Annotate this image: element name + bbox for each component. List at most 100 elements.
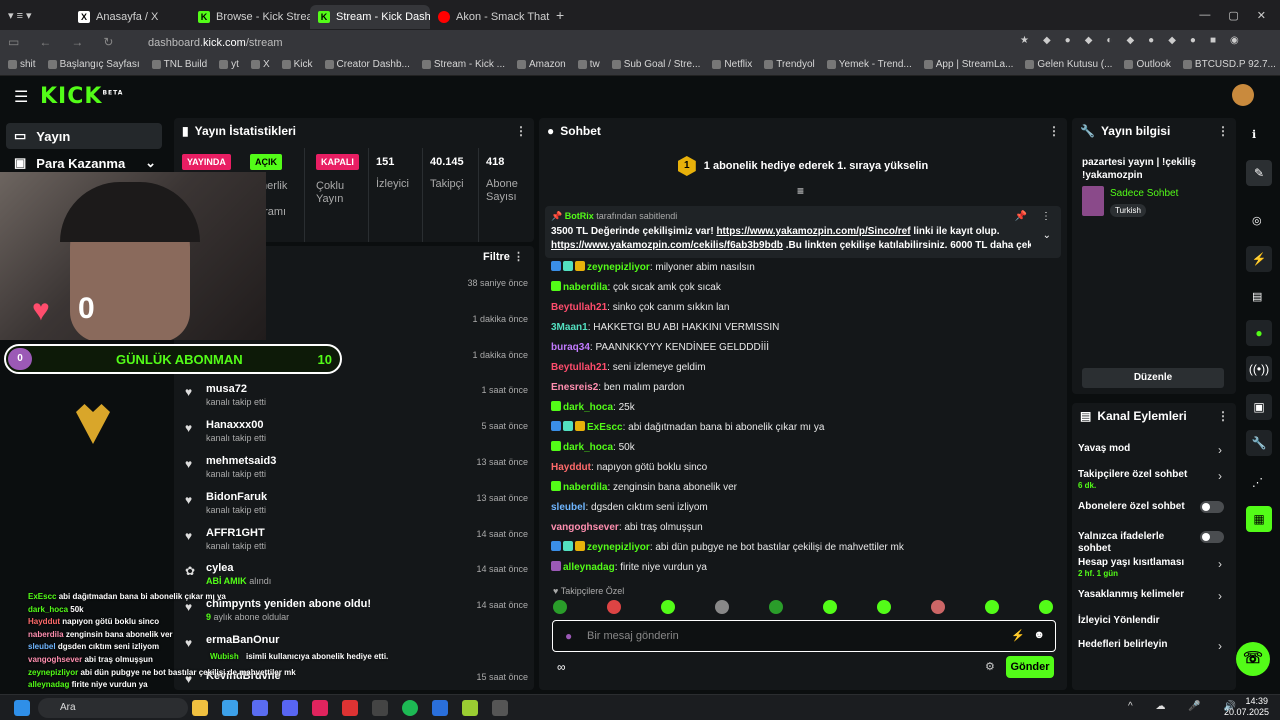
close-window-button[interactable]: ✕ (1257, 9, 1266, 22)
maximize-button[interactable]: ▢ (1228, 9, 1238, 22)
bookmark-item[interactable]: Amazon (517, 59, 566, 70)
edit-icon[interactable]: ✎ (1246, 160, 1272, 186)
expand-pinned-icon[interactable]: ⌄ (1043, 230, 1051, 241)
send-button[interactable]: Gönder (1006, 656, 1054, 678)
target-icon[interactable]: ◎ (1252, 214, 1262, 227)
chat-message[interactable]: Enesreis2: ben malım pardon (551, 381, 1051, 395)
store-icon[interactable] (222, 700, 238, 716)
app-icon[interactable] (432, 700, 448, 716)
channel-action-item[interactable]: Yalnızca ifadelerle sohbet (1078, 531, 1230, 555)
bookmark-item[interactable]: yt (219, 59, 239, 70)
avatar[interactable] (1232, 84, 1254, 106)
discord-icon[interactable] (282, 700, 298, 716)
bookmark-item[interactable]: BTCUSD.P 92.7... (1182, 59, 1276, 70)
chat-username[interactable]: zeynepizliyor (587, 542, 650, 553)
chat-bubble-icon[interactable]: ● (1246, 320, 1272, 346)
channel-action-item[interactable]: Yavaş mod › (1078, 443, 1230, 467)
wrench-icon[interactable]: 🔧 (1246, 430, 1272, 456)
info-menu-icon[interactable]: ⋮ (1217, 124, 1229, 138)
filter-button[interactable]: Filtre ⋮ (483, 250, 524, 263)
browser-menu[interactable]: ▾ ≡ ▾ (0, 9, 70, 22)
app-icon[interactable] (462, 700, 478, 716)
microphone-icon[interactable]: ● (565, 629, 572, 643)
chat-username[interactable]: buraq34 (551, 342, 590, 353)
extension-icon[interactable]: ◆ (1126, 35, 1134, 46)
support-button[interactable]: ☏ (1236, 642, 1270, 676)
chat-username[interactable]: Beytullah21 (551, 362, 607, 373)
chat-username[interactable]: Beytullah21 (551, 302, 607, 313)
bookmark-item[interactable]: Sub Goal / Stre... (611, 59, 700, 70)
emoji-icon[interactable]: ☻ (1033, 629, 1045, 641)
document-icon[interactable]: ▤ (1252, 290, 1262, 303)
hamburger-menu-icon[interactable]: ☰ (14, 87, 28, 107)
channel-action-item[interactable]: Yasaklanmış kelimeler › (1078, 589, 1230, 613)
tab-kick-dashboard[interactable]: K Stream - Kick Dashboard (310, 5, 430, 29)
extension-icon[interactable]: ● (1065, 35, 1071, 46)
sidebar-item-yayin[interactable]: ▭ Yayın (6, 123, 162, 149)
chat-message[interactable]: Beytullah21: seni izlemeye geldim (551, 361, 1051, 375)
extension-icon[interactable]: ■ (1210, 35, 1216, 46)
chat-username[interactable]: Hayddut (551, 462, 591, 473)
profile-icon[interactable]: ◉ (1230, 35, 1239, 46)
bookmark-item[interactable]: Trendyol (764, 59, 815, 70)
chat-username[interactable]: naberdila (563, 482, 607, 493)
bookmark-item[interactable]: tw (577, 59, 600, 70)
chat-username[interactable]: vangoghsever (551, 522, 619, 533)
chat-message[interactable]: zeynepizliyor: milyoner abim nasılsın (551, 261, 1051, 275)
chat-message[interactable]: vangoghsever: abi traş olmuşşun (551, 521, 1051, 535)
pinned-link[interactable]: https://www.yakamozpin.com/p/Sinco/ref (716, 226, 910, 237)
activity-item[interactable]: ♥ AFFR1GHT kanalı takip etti 14 saat önce (182, 527, 528, 563)
extension-icon[interactable]: ● (1148, 35, 1154, 46)
extension-icon[interactable]: ⚡ (1011, 629, 1025, 642)
vivaldi-icon[interactable] (312, 700, 328, 716)
bookmark-item[interactable]: Yemek - Trend... (826, 59, 912, 70)
channel-action-item[interactable]: İzleyici Yönlendir (1078, 615, 1230, 639)
bookmark-item[interactable]: Stream - Kick ... (421, 59, 505, 70)
chat-username[interactable]: 3Maan1 (551, 322, 588, 333)
bookmark-item[interactable]: Creator Dashb... (324, 59, 410, 70)
bookmark-item[interactable]: TNL Build (151, 59, 207, 70)
extension-icon[interactable]: ◆ (1168, 35, 1176, 46)
obs-icon[interactable] (372, 700, 388, 716)
points-icon[interactable]: ∞ (557, 660, 566, 674)
chat-message[interactable]: alleynadag: firite niye vurdun ya (551, 561, 1051, 575)
windows-start-icon[interactable] (14, 700, 30, 716)
bookmark-item[interactable]: Başlangıç Sayfası (47, 59, 140, 70)
emote-icon[interactable] (1039, 600, 1053, 614)
chat-username[interactable]: Enesreis2 (551, 382, 598, 393)
activity-item[interactable]: ♥ Hanaxxx00 kanalı takip etti 5 saat önce (182, 419, 528, 455)
extension-icon[interactable]: ◆ (1043, 35, 1051, 46)
chat-message[interactable]: naberdila: zenginsin bana abonelik ver (551, 481, 1051, 495)
emote-icon[interactable] (769, 600, 783, 614)
share-icon[interactable]: ⋰ (1252, 476, 1263, 489)
emote-icon[interactable] (931, 600, 945, 614)
channel-action-item[interactable]: Takipçilere özel sohbet 6 dk. › (1078, 469, 1230, 493)
chat-message[interactable]: buraq34: PAANNKKYYY KENDİNEE GELDDDİİİ (551, 341, 1051, 355)
edit-button[interactable]: Düzenle (1082, 368, 1224, 388)
file-explorer-icon[interactable] (192, 700, 208, 716)
spotify-icon[interactable] (402, 700, 418, 716)
emote-icon[interactable] (985, 600, 999, 614)
stats-menu-icon[interactable]: ⋮ (515, 124, 527, 138)
channel-action-item[interactable]: Hesap yaşı kısıtlaması 2 hf. 1 gün › (1078, 557, 1230, 581)
activity-item[interactable]: ♥ musa72 kanalı takip etti 1 saat önce (182, 383, 528, 419)
chat-input[interactable]: ● Bir mesaj gönderin ⚡ ☻ (552, 620, 1056, 652)
collapse-icon[interactable]: ≡ (797, 184, 804, 198)
actions-menu-icon[interactable]: ⋮ (1217, 409, 1229, 423)
layout-icon[interactable]: ▣ (1246, 394, 1272, 420)
taskbar-search[interactable]: Ara (38, 698, 188, 718)
pinned-link[interactable]: https://www.yakamozpin.com/cekilis/f6ab3… (551, 240, 783, 251)
channel-action-item[interactable]: Hedefleri belirleyin › (1078, 639, 1230, 663)
category-link[interactable]: Sadece Sohbet (1110, 188, 1178, 199)
chat-username[interactable]: dark_hoca (563, 442, 613, 453)
emote-icon[interactable] (823, 600, 837, 614)
emote-icon[interactable] (715, 600, 729, 614)
app-icon[interactable] (342, 700, 358, 716)
emote-icon[interactable] (661, 600, 675, 614)
chat-message[interactable]: zeynepizliyor: abi dün pubgye ne bot bas… (551, 541, 1051, 555)
toggle-switch[interactable] (1200, 501, 1224, 513)
extension-icon[interactable]: ◆ (1085, 35, 1093, 46)
chat-message[interactable]: ExEscc: abi dağıtmadan bana bi abonelik … (551, 421, 1051, 435)
extension-icon[interactable]: ◐ (1106, 35, 1112, 46)
tab-youtube[interactable]: Akon - Smack That (Officia (430, 5, 550, 29)
